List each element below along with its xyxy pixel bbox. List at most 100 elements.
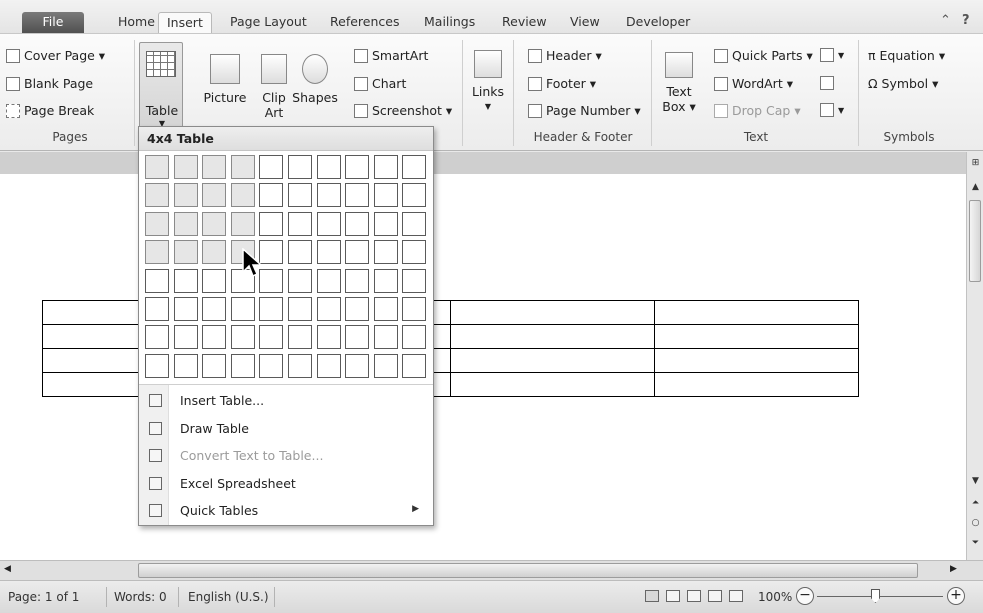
table-grid-cell[interactable] — [259, 297, 284, 321]
table-grid-cell[interactable] — [230, 325, 255, 350]
vertical-scrollbar[interactable]: ⊞ ▲ ▼ ⏶ ○ ⏷ — [966, 152, 983, 560]
table-grid-cell[interactable] — [373, 155, 398, 179]
tab-developer[interactable]: Developer — [618, 12, 698, 34]
table-grid-cell[interactable] — [145, 155, 169, 179]
vertical-scroll-thumb[interactable] — [969, 200, 981, 282]
zoom-slider-track[interactable] — [817, 596, 943, 597]
screenshot-button[interactable]: Screenshot ▾ — [354, 103, 452, 118]
table-grid-cell[interactable] — [173, 353, 198, 378]
scroll-right-icon[interactable]: ▶ — [950, 564, 957, 574]
table-grid-cell[interactable] — [316, 268, 341, 293]
table-grid-cell[interactable] — [145, 183, 169, 208]
full-screen-reading-view-icon[interactable] — [666, 590, 680, 602]
zoom-out-button[interactable]: − — [796, 587, 814, 605]
table-grid-cell[interactable] — [173, 155, 198, 179]
table-grid-cell[interactable] — [288, 297, 312, 321]
web-layout-view-icon[interactable] — [687, 590, 701, 602]
table-cell[interactable] — [450, 300, 655, 325]
table-grid-cell[interactable] — [259, 353, 284, 378]
print-layout-view-icon[interactable] — [645, 590, 659, 602]
table-grid-cell[interactable] — [202, 183, 227, 208]
tab-insert[interactable]: Insert — [158, 12, 212, 34]
table-grid-cell[interactable] — [345, 183, 370, 208]
links-button[interactable]: Links ▼ — [468, 50, 508, 114]
table-grid-cell[interactable] — [145, 353, 169, 378]
table-grid-cell[interactable] — [202, 325, 227, 350]
table-grid-cell[interactable] — [345, 353, 370, 378]
table-grid-cell[interactable] — [145, 240, 169, 265]
quick-parts-button[interactable]: Quick Parts ▾ — [714, 48, 813, 63]
table-cell[interactable] — [654, 348, 859, 373]
cover-page-button[interactable]: Cover Page ▾ — [6, 48, 105, 63]
table-grid-cell[interactable] — [345, 325, 370, 350]
menu-item-quick-tables[interactable]: Quick Tables ▶ — [139, 498, 433, 525]
chart-button[interactable]: Chart — [354, 76, 406, 91]
menu-item-convert-text-to-table[interactable]: Convert Text to Table... — [139, 443, 433, 470]
table-grid-cell[interactable] — [173, 211, 198, 236]
table-grid-cell[interactable] — [402, 183, 427, 208]
table-cell[interactable] — [450, 372, 655, 397]
table-grid-cell[interactable] — [259, 268, 284, 293]
zoom-level[interactable]: 100% — [758, 590, 792, 604]
blank-page-button[interactable]: Blank Page — [6, 76, 93, 91]
table-grid-cell[interactable] — [402, 297, 427, 321]
wordart-button[interactable]: WordArt ▾ — [714, 76, 793, 91]
signature-line-button[interactable]: ▼ — [820, 48, 844, 62]
picture-button[interactable]: Picture — [202, 54, 248, 105]
table-grid-cell[interactable] — [316, 297, 341, 321]
table-grid-cell[interactable] — [373, 211, 398, 236]
table-grid-cell[interactable] — [230, 297, 255, 321]
table-grid-cell[interactable] — [230, 211, 255, 236]
table-grid-cell[interactable] — [316, 183, 341, 208]
table-grid-cell[interactable] — [316, 155, 341, 179]
zoom-in-button[interactable]: + — [947, 587, 965, 605]
date-time-button[interactable] — [820, 76, 834, 90]
table-cell[interactable] — [654, 300, 859, 325]
table-grid-cell[interactable] — [402, 268, 427, 293]
table-grid-cell[interactable] — [316, 353, 341, 378]
outline-view-icon[interactable] — [708, 590, 722, 602]
select-browse-object-icon[interactable]: ○ — [967, 518, 983, 528]
view-ruler-icon[interactable]: ⊞ — [967, 158, 983, 168]
help-icon[interactable]: ? — [962, 13, 970, 28]
table-grid-cell[interactable] — [202, 297, 227, 321]
table-grid-cell[interactable] — [288, 183, 312, 208]
table-grid-cell[interactable] — [145, 297, 169, 321]
menu-item-excel-spreadsheet[interactable]: Excel Spreadsheet — [139, 471, 433, 498]
table-grid-cell[interactable] — [202, 353, 227, 378]
word-count[interactable]: Words: 0 — [114, 590, 167, 604]
table-cell[interactable] — [450, 348, 655, 373]
table-grid-cell[interactable] — [345, 211, 370, 236]
page-break-button[interactable]: Page Break — [6, 103, 94, 118]
tab-view[interactable]: View — [562, 12, 608, 34]
table-grid-cell[interactable] — [345, 240, 370, 265]
menu-item-insert-table[interactable]: Insert Table... — [139, 388, 433, 415]
scroll-down-icon[interactable]: ▼ — [967, 476, 983, 486]
table-grid-cell[interactable] — [173, 325, 198, 350]
table-grid-cell[interactable] — [402, 240, 427, 265]
table-grid-cell[interactable] — [373, 268, 398, 293]
tab-references[interactable]: References — [322, 12, 407, 34]
table-grid-cell[interactable] — [316, 240, 341, 265]
table-grid-cell[interactable] — [288, 211, 312, 236]
table-grid-cell[interactable] — [402, 353, 427, 378]
zoom-slider-thumb[interactable] — [870, 589, 880, 603]
object-button[interactable]: ▼ — [820, 103, 844, 117]
tab-file[interactable]: File — [22, 12, 84, 34]
tab-review[interactable]: Review — [494, 12, 555, 34]
table-grid-cell[interactable] — [259, 240, 284, 265]
table-grid-cell[interactable] — [373, 325, 398, 350]
table-grid-cell[interactable] — [316, 211, 341, 236]
header-button[interactable]: Header ▾ — [528, 48, 602, 63]
table-grid-cell[interactable] — [288, 325, 312, 350]
table-grid-cell[interactable] — [288, 353, 312, 378]
footer-button[interactable]: Footer ▾ — [528, 76, 596, 91]
table-grid-cell[interactable] — [373, 240, 398, 265]
draft-view-icon[interactable] — [729, 590, 743, 602]
table-grid-cell[interactable] — [202, 211, 227, 236]
scroll-left-icon[interactable]: ◀ — [4, 564, 11, 574]
horizontal-scroll-thumb[interactable] — [138, 563, 918, 578]
page-number-button[interactable]: Page Number ▾ — [528, 103, 641, 118]
table-grid-cell[interactable] — [173, 240, 198, 265]
table-grid-cell[interactable] — [402, 211, 427, 236]
